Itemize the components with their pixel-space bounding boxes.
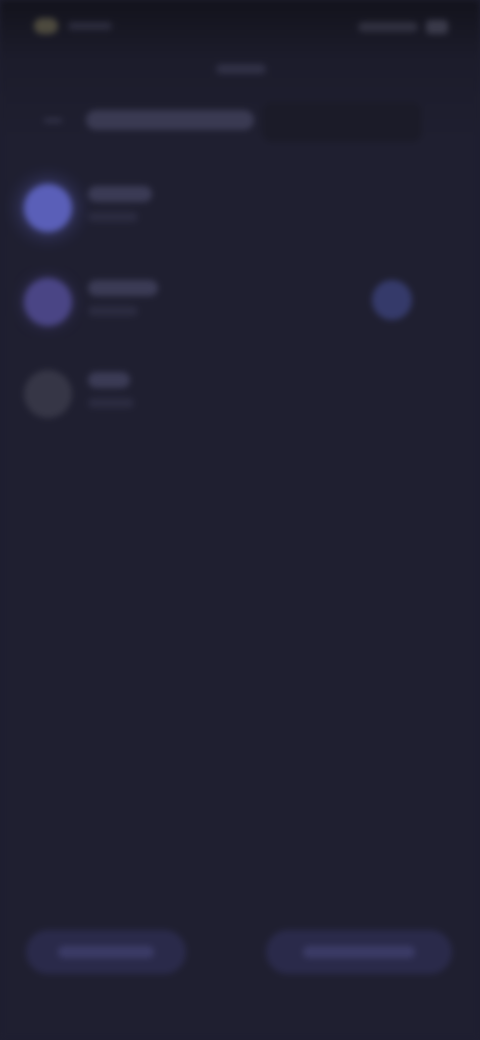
battery-icon [426,20,448,34]
app-screen [0,0,480,1040]
list-item-subtitle [88,398,134,408]
page-title [86,110,254,130]
status-bar [0,0,480,48]
header [0,92,480,152]
avatar-icon [24,370,72,418]
list-item-subtitle [88,306,138,316]
list-item-subtitle [88,212,138,222]
back-arrow-icon[interactable] [40,112,66,128]
list-item-title [88,186,152,202]
status-indicator-icon[interactable] [372,280,412,320]
list-item[interactable] [0,358,480,438]
avatar-icon [24,184,72,232]
notification-icon [34,18,58,34]
status-left [34,18,112,34]
left-action-button[interactable] [26,930,186,974]
status-right [358,20,448,34]
signal-icon [358,22,418,32]
list-item[interactable] [0,172,480,252]
list-item-title [88,372,130,388]
avatar-icon [24,278,72,326]
top-caption [216,64,266,74]
list-item-title [88,280,158,296]
left-action-label [58,946,154,958]
bottom-bar [0,918,480,988]
header-shade [262,102,422,142]
status-time [68,22,112,30]
right-action-label [303,946,415,958]
right-action-button[interactable] [266,930,452,974]
list-item[interactable] [0,266,480,346]
